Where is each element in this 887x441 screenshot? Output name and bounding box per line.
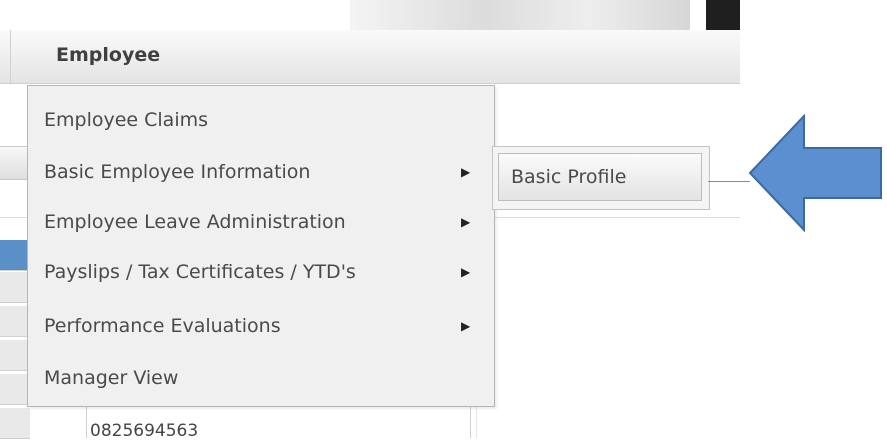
top-strip [0, 0, 887, 30]
triangle-right-icon: ▶ [461, 215, 471, 229]
background-cell [0, 340, 30, 371]
menu-item-employee-claims[interactable]: Employee Claims [28, 98, 494, 142]
menu-item-label: Employee Claims [44, 109, 209, 131]
background-cell [0, 374, 30, 405]
background-phone-value: 0825694563 [90, 421, 199, 441]
menu-item-label: Basic Employee Information [44, 161, 311, 183]
menu-item-label: Performance Evaluations [44, 315, 281, 337]
menu-item-employee-leave-administration[interactable]: Employee Leave Administration ▶ [28, 200, 494, 244]
triangle-right-icon: ▶ [461, 265, 471, 279]
triangle-right-icon: ▶ [461, 165, 471, 179]
menu-bar-separator [10, 30, 11, 83]
background-cell [0, 240, 30, 271]
top-banner-image [350, 0, 690, 30]
menu-bar: Employee [0, 30, 740, 84]
menu-item-label: Employee Leave Administration [44, 211, 346, 233]
menu-item-label: Manager View [44, 367, 179, 389]
background-cell [0, 306, 30, 337]
submenu-item-basic-profile[interactable]: Basic Profile [498, 153, 702, 201]
menu-item-manager-view[interactable]: Manager View [28, 356, 494, 400]
triangle-right-icon: ▶ [461, 319, 471, 333]
menu-item-label: Payslips / Tax Certificates / YTD's [44, 261, 356, 283]
menu-item-performance-evaluations[interactable]: Performance Evaluations ▶ [28, 304, 494, 348]
employee-dropdown-menu: Employee Claims Basic Employee Informati… [27, 85, 495, 407]
top-dark-block [706, 0, 740, 30]
menu-employee[interactable]: Employee [56, 44, 160, 66]
callout-connector-line [708, 181, 750, 182]
background-cell [0, 272, 30, 303]
background-cell [0, 408, 30, 439]
menu-item-basic-employee-information[interactable]: Basic Employee Information ▶ [28, 150, 494, 194]
left-arrow-icon [748, 114, 882, 232]
menu-item-payslips-tax-certificates[interactable]: Payslips / Tax Certificates / YTD's ▶ [28, 250, 494, 294]
basic-employee-information-submenu: Basic Profile [492, 146, 710, 210]
